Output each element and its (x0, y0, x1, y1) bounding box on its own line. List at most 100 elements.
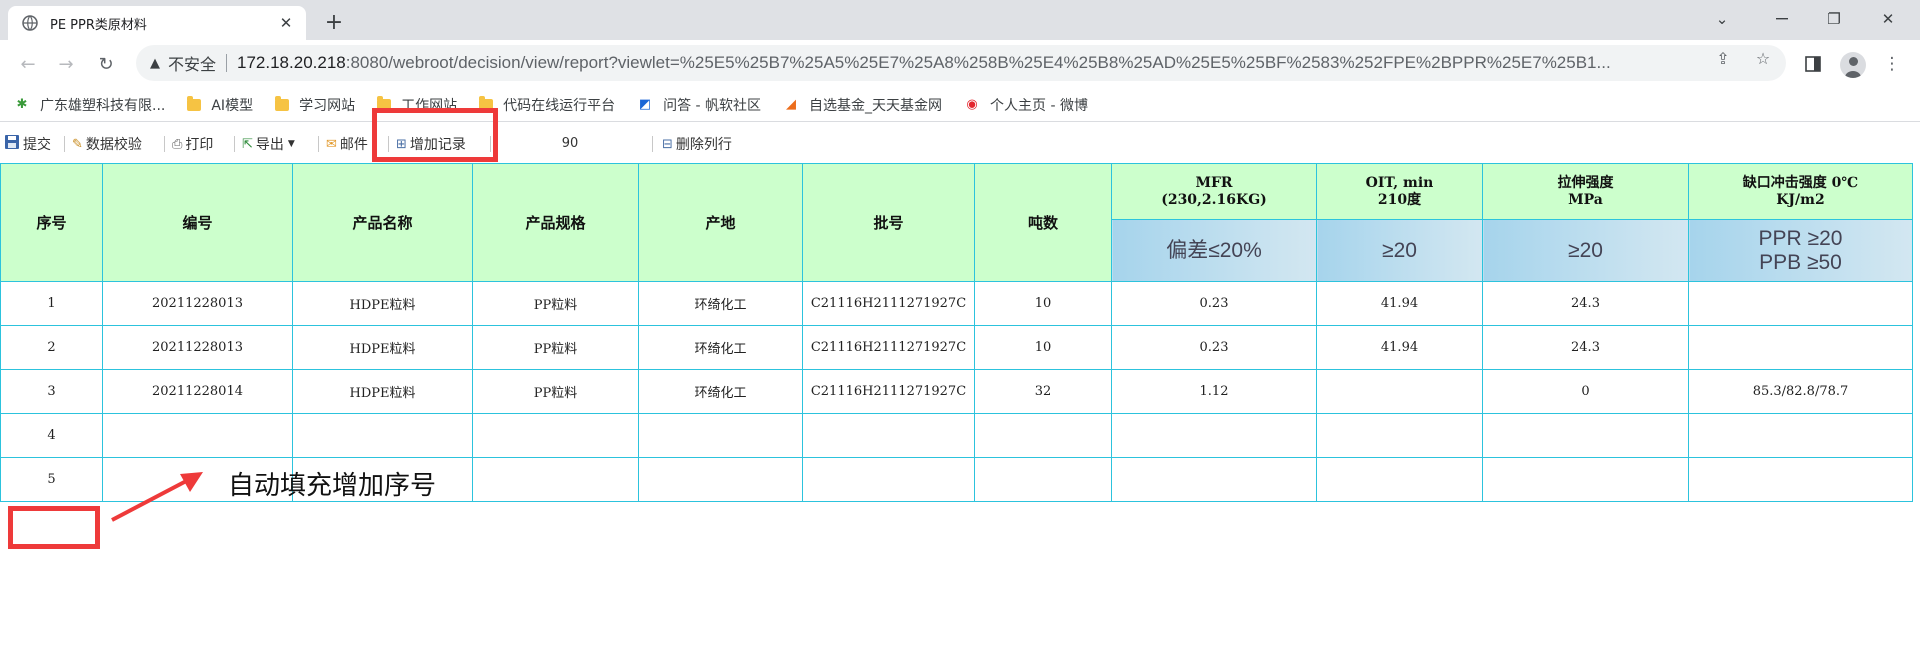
cell-tensile[interactable]: 0 (1482, 369, 1689, 414)
cell-impact[interactable]: 85.3/82.8/78.7 (1688, 369, 1913, 414)
cell-oit[interactable] (1316, 369, 1483, 414)
new-tab-button[interactable]: + (322, 10, 346, 35)
browser-toolbar: ← → ↻ ▲ 不安全 172.18.20.218:8080/webroot/d… (0, 40, 1920, 88)
url-path: :8080/webroot/decision/view/report?viewl… (345, 53, 1611, 72)
cell-origin[interactable]: 环绮化工 (638, 281, 803, 326)
url-text[interactable]: 172.18.20.218:8080/webroot/decision/view… (237, 53, 1687, 73)
share-icon[interactable]: ⇪ (1713, 48, 1733, 68)
cell-name[interactable]: HDPE粒料 (292, 281, 473, 326)
bookmark-label: 代码在线运行平台 (503, 97, 616, 114)
cell-batch[interactable] (802, 457, 975, 502)
bookmark-item[interactable]: ◢ 自选基金_天天基金网 (783, 95, 942, 115)
cell-tons[interactable]: 32 (974, 369, 1112, 414)
cell-mfr[interactable] (1111, 457, 1317, 502)
restore-icon[interactable]: ❐ (1812, 6, 1856, 32)
avatar-head (1849, 57, 1858, 66)
cell-spec[interactable]: PP粒料 (472, 369, 639, 414)
bookmark-label: 学习网站 (299, 97, 356, 114)
cell-tons[interactable]: 10 (974, 325, 1112, 370)
bookmark-item[interactable]: ◉ 个人主页 - 微博 (964, 95, 1088, 115)
bookmark-label: 自选基金_天天基金网 (809, 97, 943, 114)
side-panel-icon[interactable] (1801, 52, 1825, 76)
cell-mfr[interactable]: 0.23 (1111, 325, 1317, 370)
cell-oit[interactable]: 41.94 (1316, 281, 1483, 326)
requirement-oit: ≥20 (1316, 219, 1483, 282)
header-impact-line1: 缺口冲击强度 0℃ (1742, 174, 1859, 191)
avatar-body (1845, 71, 1861, 78)
profile-avatar[interactable] (1840, 52, 1866, 78)
folder-icon (275, 95, 290, 111)
bookmark-label: 个人主页 - 微博 (990, 97, 1088, 114)
cell-tensile[interactable] (1482, 457, 1689, 502)
cell-origin[interactable]: 环绮化工 (638, 369, 803, 414)
cell-name[interactable] (292, 413, 473, 458)
mail-button[interactable]: ✉ 邮件 (324, 132, 370, 156)
star-icon[interactable]: ☆ (1753, 48, 1773, 68)
tab-close-icon[interactable]: ✕ (276, 13, 296, 33)
cell-batch[interactable]: C21116H2111271927C (802, 325, 975, 370)
tab-search-icon[interactable]: ⌄ (1700, 6, 1744, 32)
cell-origin[interactable]: 环绮化工 (638, 325, 803, 370)
annotation-text: 自动填充增加序号 (228, 471, 437, 501)
minimize-icon[interactable] (1760, 6, 1804, 32)
header-tons: 吨数 (974, 163, 1112, 282)
toolbar-divider (652, 136, 653, 152)
table-row: 4 (0, 413, 1913, 458)
cell-batch[interactable] (802, 413, 975, 458)
cell-oit[interactable] (1316, 413, 1483, 458)
cell-tons[interactable] (974, 413, 1112, 458)
cell-spec[interactable]: PP粒料 (472, 325, 639, 370)
header-tensile-line1: 拉伸强度 (1557, 174, 1614, 191)
annotation-highlight-add-record (372, 108, 498, 162)
cell-name[interactable]: HDPE粒料 (292, 369, 473, 414)
header-impact-line2: KJ/m2 (1776, 191, 1825, 208)
header-mfr: MFR (230,2.16KG) (1111, 163, 1317, 220)
bookmark-folder[interactable]: 代码在线运行平台 (479, 95, 615, 115)
header-oit-line1: OIT, min (1365, 174, 1434, 191)
cell-mfr[interactable] (1111, 413, 1317, 458)
envelope-icon: ✉ (326, 136, 337, 152)
report-table: 序号 编号 产品名称 产品规格 产地 批号 吨数 MFR (230,2.16KG)… (0, 163, 1913, 502)
cell-impact[interactable] (1688, 413, 1913, 458)
cell-impact[interactable] (1688, 325, 1913, 370)
page-number[interactable]: 90 (540, 136, 600, 151)
cell-tensile[interactable] (1482, 413, 1689, 458)
cell-batch[interactable]: C21116H2111271927C (802, 369, 975, 414)
cell-tons[interactable]: 10 (974, 281, 1112, 326)
cell-tensile[interactable]: 24.3 (1482, 325, 1689, 370)
cell-impact[interactable] (1688, 457, 1913, 502)
cell-impact[interactable] (1688, 281, 1913, 326)
cell-origin[interactable] (638, 413, 803, 458)
cell-spec[interactable] (472, 457, 639, 502)
bookmark-item[interactable]: ◩ 问答 - 帆软社区 (637, 95, 761, 115)
annotation-arrow-icon (111, 472, 203, 522)
address-bar[interactable]: ▲ 不安全 172.18.20.218:8080/webroot/decisio… (136, 45, 1786, 81)
cell-mfr[interactable]: 1.12 (1111, 369, 1317, 414)
cell-mfr[interactable]: 0.23 (1111, 281, 1317, 326)
requirement-impact-line2: PPB ≥50 (1759, 250, 1842, 274)
bookmark-label: 问答 - 帆软社区 (663, 97, 762, 114)
header-origin: 产地 (638, 163, 803, 282)
requirement-impact-line1: PPR ≥20 (1758, 226, 1843, 250)
report-toolbar: 提交 ✎ 数据校验 ⎙ 打印 ⇱ 导出 ▼ ✉ 邮件 ⊞ 增加记录 90 ⊟ 删除列行 (0, 128, 1920, 160)
cell-spec[interactable]: PP粒料 (472, 281, 639, 326)
cell-tons[interactable] (974, 457, 1112, 502)
header-name: 产品名称 (292, 163, 473, 282)
fanruan-icon: ◩ (638, 97, 652, 112)
weibo-icon: ◉ (966, 97, 978, 112)
export-label: 导出 (255, 137, 284, 153)
cell-name[interactable]: HDPE粒料 (292, 325, 473, 370)
header-oit-line2: 210度 (1377, 191, 1422, 208)
delete-row-icon: ⊟ (662, 136, 673, 152)
cell-oit[interactable]: 41.94 (1316, 325, 1483, 370)
cell-origin[interactable] (638, 457, 803, 502)
cell-oit[interactable] (1316, 457, 1483, 502)
menu-kebab-icon[interactable]: ⋮ (1880, 52, 1904, 76)
cell-tensile[interactable]: 24.3 (1482, 281, 1689, 326)
table-row: 1 20211228013 HDPE粒料 PP粒料 环绮化工 C21116H2111271… (0, 281, 1913, 326)
bookmark-folder[interactable]: 学习网站 (275, 95, 355, 115)
cell-spec[interactable] (472, 413, 639, 458)
close-window-icon[interactable]: ✕ (1866, 6, 1910, 32)
cell-batch[interactable]: C21116H2111271927C (802, 281, 975, 326)
delete-row-button[interactable]: ⊟ 删除列行 (660, 132, 734, 156)
